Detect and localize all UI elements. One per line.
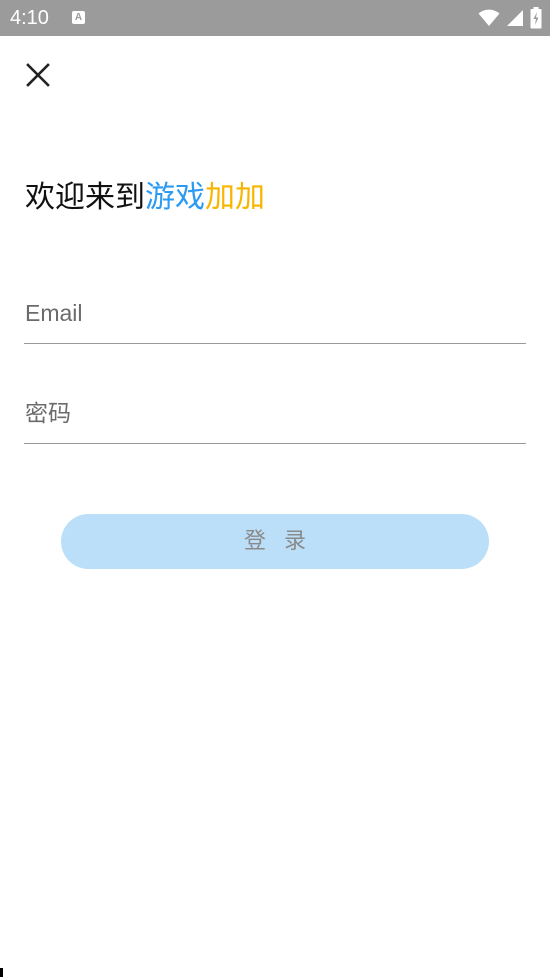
welcome-headline: 欢迎来到游戏加加	[25, 176, 265, 220]
edge-marker	[0, 968, 3, 977]
headline-brand-gold: 加加	[205, 180, 265, 215]
wifi-icon	[478, 9, 500, 26]
password-field-container	[24, 381, 528, 444]
status-time: 4:10	[10, 7, 49, 29]
status-icons	[478, 6, 542, 30]
close-icon	[26, 63, 50, 87]
headline-brand-blue: 游戏	[145, 180, 205, 215]
email-field[interactable]	[24, 295, 528, 331]
battery-charging-icon	[530, 7, 542, 29]
password-field[interactable]	[24, 395, 528, 431]
cell-signal-icon	[507, 10, 523, 26]
login-screen: 4:10 A 欢迎来到游戏加加 登录	[0, 0, 550, 977]
login-button[interactable]: 登录	[61, 514, 489, 569]
notification-badge-icon: A	[72, 11, 85, 24]
close-button[interactable]	[18, 56, 58, 96]
status-bar: 4:10 A	[0, 0, 550, 36]
headline-prefix: 欢迎来到	[25, 180, 145, 215]
email-field-container	[24, 281, 528, 344]
